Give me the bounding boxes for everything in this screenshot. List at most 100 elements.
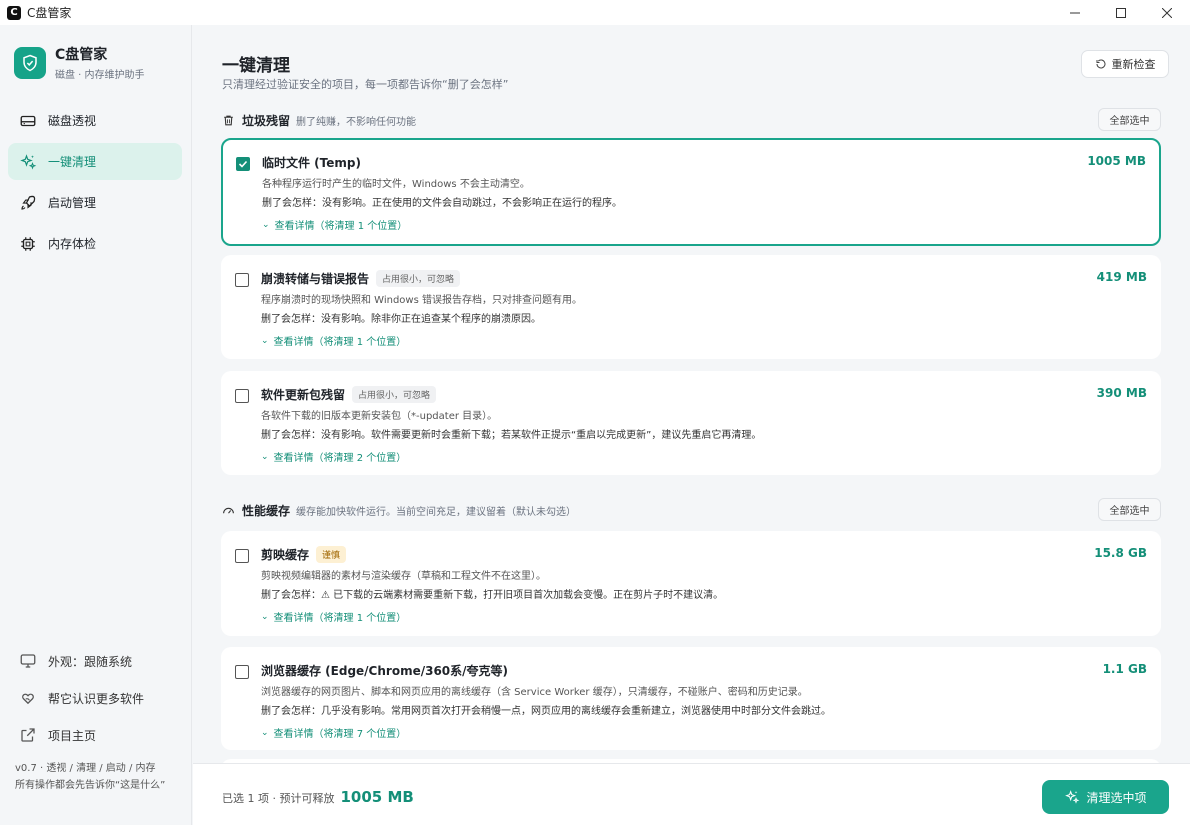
item-size: 1005 MB [1087, 154, 1146, 168]
clean-item-card[interactable]: 崩溃转储与错误报告 占用很小，可忽略 419 MB 程序崩溃时的现场快照和 Win… [221, 255, 1161, 359]
item-size: 15.8 GB [1094, 546, 1147, 560]
item-checkbox[interactable] [236, 157, 250, 171]
maximize-button[interactable] [1098, 0, 1144, 25]
clean-selected-button[interactable]: 清理选中项 [1042, 780, 1169, 814]
nav-label: 内存体检 [48, 237, 97, 251]
section-title: 垃圾残留 [242, 114, 291, 128]
clean-item-card[interactable]: 软件更新包残留 占用很小，可忽略 390 MB 各软件下载的旧版本更新安装包（*-… [221, 371, 1161, 475]
version-tagline: 所有操作都会先告诉你“这是什么” [15, 780, 166, 791]
nav-item-memory-check[interactable]: 内存体检 [8, 225, 182, 262]
contribute-link[interactable]: 帮它认识更多软件 [8, 681, 182, 715]
item-impact: 删了会怎样：⚠ 已下载的云端素材需要重新下载，打开旧项目首次加载会变慢。正在剪片… [261, 590, 724, 601]
item-checkbox[interactable] [235, 273, 249, 287]
chevron-down-icon: ⌄ [262, 219, 270, 230]
item-checkbox[interactable] [235, 549, 249, 563]
clean-item-card[interactable]: 剪映缓存 谨慎 15.8 GB 剪映视频编辑器的素材与渲染缓存（草稿和工程文件不在… [221, 531, 1161, 636]
item-title: 崩溃转储与错误报告 占用很小，可忽略 [261, 270, 461, 287]
nav-label: 启动管理 [48, 196, 97, 210]
nav-label: 一键清理 [48, 155, 97, 169]
selection-status: 已选 1 项 · 预计可释放 [222, 792, 335, 805]
brand-subtitle: 磁盘 · 内存维护助手 [55, 70, 145, 81]
external-link-icon [21, 728, 35, 742]
view-details-link[interactable]: ⌄ 查看详情（将清理 1 个位置） [261, 333, 406, 349]
section-title: 性能缓存 [242, 504, 291, 518]
page-title: 一键清理 [222, 56, 290, 76]
chevron-down-icon: ⌄ [261, 335, 269, 346]
gauge-icon [223, 507, 234, 514]
app-icon: C [7, 5, 21, 20]
chip-icon [21, 236, 35, 251]
nav-item-one-click-clean[interactable]: 一键清理 [8, 143, 182, 180]
project-home-link[interactable]: 项目主页 [8, 718, 182, 752]
nav-label: 帮它认识更多软件 [48, 691, 145, 706]
item-title: 软件更新包残留 占用很小，可忽略 [261, 386, 437, 403]
main-nav: 磁盘透视 一键清理 启动管理 内存体检 [8, 102, 182, 266]
recheck-label: 重新检查 [1111, 58, 1156, 71]
item-impact: 删了会怎样：没有影响。正在使用的文件会自动跳过，不会影响正在运行的程序。 [262, 198, 622, 209]
rocket-icon [21, 195, 36, 210]
brand-name: C盘管家 [55, 47, 108, 63]
disk-icon [20, 115, 36, 126]
brand: C盘管家 磁盘 · 内存维护助手 [14, 44, 145, 81]
view-details-link[interactable]: ⌄ 查看详情（将清理 7 个位置） [261, 725, 406, 741]
refresh-icon [1096, 59, 1105, 69]
trash-icon [224, 115, 233, 126]
nav-item-startup[interactable]: 启动管理 [8, 184, 182, 221]
chevron-down-icon: ⌄ [261, 451, 269, 462]
nav-label: 外观：跟随系统 [48, 654, 133, 669]
view-details-link[interactable]: ⌄ 查看详情（将清理 2 个位置） [261, 449, 406, 465]
checkmark-icon [238, 160, 248, 168]
view-details-link[interactable]: ⌄ 查看详情（将清理 1 个位置） [261, 609, 406, 625]
item-impact: 删了会怎样：没有影响。软件需要更新时会重新下载；若某软件正提示“重启以完成更新”… [261, 430, 762, 441]
sparkle-icon [20, 153, 37, 170]
footer-bar: 已选 1 项 · 预计可释放 1005 MB 清理选中项 [193, 763, 1190, 825]
close-button[interactable] [1144, 0, 1190, 25]
select-all-button[interactable]: 全部选中 [1098, 108, 1161, 131]
select-all-button[interactable]: 全部选中 [1098, 498, 1161, 521]
maximize-icon [1116, 7, 1126, 18]
minimize-icon [1070, 12, 1080, 13]
sparkle-icon [1065, 790, 1080, 804]
nav-label: 磁盘透视 [48, 114, 97, 128]
monitor-icon [20, 654, 36, 668]
section-desc: 删了纯赚，不影响任何功能 [296, 117, 417, 128]
selection-summary: 已选 1 项 · 预计可释放 1005 MB [222, 788, 414, 806]
main-content: 一键清理 只清理经过验证安全的项目，每一项都告诉你“删了会怎样” 重新检查 垃圾… [193, 25, 1190, 763]
item-checkbox[interactable] [235, 389, 249, 403]
item-description: 程序崩溃时的现场快照和 Windows 错误报告存档，只对排查问题有用。 [261, 295, 582, 306]
item-checkbox[interactable] [235, 665, 249, 679]
sidebar: C盘管家 磁盘 · 内存维护助手 磁盘透视 一键清理 启动管理 内存体检 外观：… [0, 25, 192, 825]
title-bar: C C盘管家 [0, 0, 1190, 25]
recheck-button[interactable]: 重新检查 [1081, 50, 1169, 78]
clean-item-card[interactable]: 浏览器缓存 (Edge/Chrome/360系/夸克等) 1.1 GB 浏览器缓… [221, 647, 1161, 750]
section-header-cache: 性能缓存 缓存能加快软件运行。当前空间充足，建议留着（默认未勾选） [222, 502, 576, 519]
item-tag: 占用很小，可忽略 [376, 270, 461, 287]
item-description: 各种程序运行时产生的临时文件，Windows 不会主动清空。 [262, 179, 530, 190]
window-title: C盘管家 [27, 6, 72, 20]
caution-tag: 谨慎 [316, 546, 347, 563]
clean-button-label: 清理选中项 [1086, 790, 1147, 805]
bottom-nav: 外观：跟随系统 帮它认识更多软件 项目主页 [8, 644, 182, 755]
clean-item-card[interactable]: 临时文件 (Temp) 1005 MB 各种程序运行时产生的临时文件，Windo… [221, 138, 1161, 246]
item-size: 419 MB [1096, 270, 1147, 284]
version-line: v0.7 · 透视 / 清理 / 启动 / 内存 [15, 763, 156, 774]
chevron-down-icon: ⌄ [261, 611, 269, 622]
item-title: 浏览器缓存 (Edge/Chrome/360系/夸克等) [261, 664, 509, 678]
heart-hand-icon [22, 693, 34, 705]
nav-item-disk-view[interactable]: 磁盘透视 [8, 102, 182, 139]
view-details-link[interactable]: ⌄ 查看详情（将清理 1 个位置） [262, 217, 407, 233]
section-header-junk: 垃圾残留 删了纯赚，不影响任何功能 [222, 112, 416, 129]
shield-logo-icon [14, 46, 46, 79]
item-impact: 删了会怎样：几乎没有影响。常用网页首次打开会稍慢一点，网页应用的离线缓存会重新建… [261, 706, 831, 717]
page-subtitle: 只清理经过验证安全的项目，每一项都告诉你“删了会怎样” [222, 78, 509, 91]
item-size: 390 MB [1096, 386, 1147, 400]
item-title: 临时文件 (Temp) [262, 156, 361, 170]
close-icon [1162, 7, 1172, 18]
version-info: v0.7 · 透视 / 清理 / 启动 / 内存 所有操作都会先告诉你“这是什么… [15, 760, 185, 794]
item-description: 各软件下载的旧版本更新安装包（*-updater 目录）。 [261, 411, 498, 422]
appearance-setting[interactable]: 外观：跟随系统 [8, 644, 182, 678]
releasable-amount: 1005 MB [340, 788, 414, 806]
item-description: 剪映视频编辑器的素材与渲染缓存（草稿和工程文件不在这里）。 [261, 571, 546, 582]
item-title: 剪映缓存 谨慎 [261, 546, 347, 563]
minimize-button[interactable] [1052, 0, 1098, 25]
